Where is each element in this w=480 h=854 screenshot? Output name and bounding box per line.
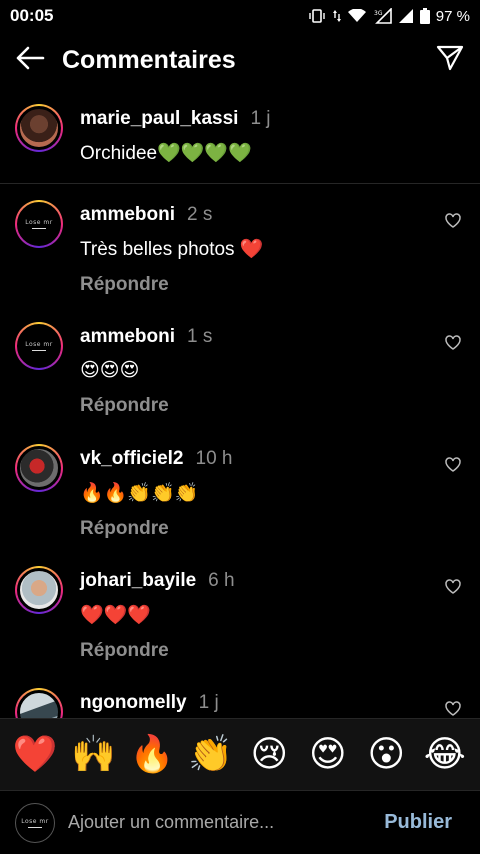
avatar-logo-text: Lose mr [25,219,53,226]
paper-plane-icon [436,45,464,76]
comment-header: ngonomelly 1 j [80,692,430,714]
avatar-image [17,106,61,150]
back-button[interactable] [0,36,60,84]
reply-button[interactable]: Répondre [80,640,169,662]
comment-username[interactable]: johari_bayile [80,570,196,591]
avatar-image: Lose mr [17,324,61,368]
avatar-logo-text: Lose mr [21,817,49,825]
battery-percent: 97 % [435,7,470,25]
emoji-surprised-button[interactable]: 😮 [359,736,413,773]
caption-text: marie_paul_kassi 1 j Orchidee💚💚💚💚 [80,108,430,165]
comment-text: ammeboni 1 s 😍😍😍 Répondre [80,326,430,417]
avatar-logo-text: Lose mr [25,341,53,348]
emoji-fire-button[interactable]: 🔥 [125,736,179,773]
caption-body: Orchidee💚💚💚💚 [80,143,252,164]
header: Commentaires [0,36,480,84]
emoji-heart-eyes-button[interactable]: 😍 [301,736,355,773]
status-icons: 3G 97 % [308,8,470,25]
like-comment-button[interactable] [444,213,462,233]
comment-text: vk_officiel2 10 h 🔥🔥👏👏👏 Répondre [80,448,430,540]
page-title: Commentaires [62,45,236,74]
comment-body: Très belles photos ❤️ [80,239,264,260]
post-caption: marie_paul_kassi 1 j Orchidee💚💚💚💚 [0,96,480,184]
comment-body: 🔥🔥👏👏👏 [80,483,199,504]
avatar[interactable]: Lose mr [15,322,63,370]
avatar-image: Lose mr [17,202,61,246]
comment-text: johari_bayile 6 h ❤️❤️❤️ Répondre [80,570,430,662]
emoji-raised-hands-button[interactable]: 🙌 [67,736,121,773]
comment-input[interactable] [68,812,385,833]
comment-body: ❤️❤️❤️ [80,605,151,626]
arrow-left-icon [15,46,45,75]
signal-icon [398,8,414,24]
data-arrows-icon [332,9,342,23]
signal-3g-icon: 3G [372,8,392,24]
comment-header: johari_bayile 6 h [80,570,430,592]
avatar-logo: Lose mr [20,817,50,829]
current-user-avatar: Lose mr [15,802,55,843]
comment-time: 2 s [187,204,213,225]
avatar-image [17,568,61,612]
status-bar: 00:05 3G 97 % [0,0,480,32]
comment-time: 10 h [195,448,233,469]
publish-button[interactable]: Publier [384,811,452,834]
comment-body: 😍😍😍 [80,360,140,381]
svg-text:3G: 3G [374,10,383,17]
heart-outline-icon [445,213,461,233]
caption-time: 1 j [250,108,271,129]
avatar-logo: Lose mr [24,218,54,230]
vibrate-icon [308,9,326,23]
reply-button[interactable]: Répondre [80,274,169,296]
emoji-heart-button[interactable]: ❤️ [8,736,62,773]
heart-outline-icon [445,335,461,355]
comment-header: vk_officiel2 10 h [80,448,430,470]
comment-header: ammeboni 1 s [80,326,430,348]
avatar-logo-line [32,228,46,229]
avatar[interactable] [15,104,63,152]
caption-header: marie_paul_kassi 1 j [80,108,430,130]
avatar-logo-line [32,350,46,351]
avatar[interactable]: Lose mr [15,200,63,248]
comment-username[interactable]: vk_officiel2 [80,448,184,469]
like-comment-button[interactable] [444,335,462,355]
reply-button[interactable]: Répondre [80,395,169,417]
comment-time: 1 j [198,692,219,713]
avatar[interactable] [15,444,63,492]
battery-icon [419,8,430,24]
comment-time: 6 h [208,570,235,591]
emoji-laughing-button[interactable]: 😂 [418,736,472,773]
caption-username[interactable]: marie_paul_kassi [80,108,238,129]
comment-time: 1 s [187,326,213,347]
comment-username[interactable]: ammeboni [80,326,175,347]
share-button[interactable] [420,36,480,84]
reply-button[interactable]: Répondre [80,518,169,540]
wifi-icon [347,9,366,23]
like-comment-button[interactable] [444,457,462,477]
avatar-logo: Lose mr [24,340,54,352]
comment-text: ammeboni 2 s Très belles photos ❤️ Répond… [80,204,430,296]
emoji-clap-button[interactable]: 👏 [184,736,238,773]
comment-header: ammeboni 2 s [80,204,430,226]
comment-username[interactable]: ngonomelly [80,692,187,713]
avatar-image [17,446,61,490]
heart-outline-icon [445,457,461,477]
status-time: 00:05 [10,6,54,25]
emoji-quick-bar: ❤️ 🙌 🔥 👏 😢 😍 😮 😂 [0,718,480,790]
comment-username[interactable]: ammeboni [80,204,175,225]
heart-outline-icon [445,579,461,599]
avatar-logo-line [28,826,42,828]
avatar[interactable] [15,566,63,614]
comment-text: ngonomelly 1 j [80,692,430,714]
comment-compose-bar: Lose mr Publier [0,790,480,854]
like-comment-button[interactable] [444,579,462,599]
emoji-crying-button[interactable]: 😢 [242,736,296,773]
